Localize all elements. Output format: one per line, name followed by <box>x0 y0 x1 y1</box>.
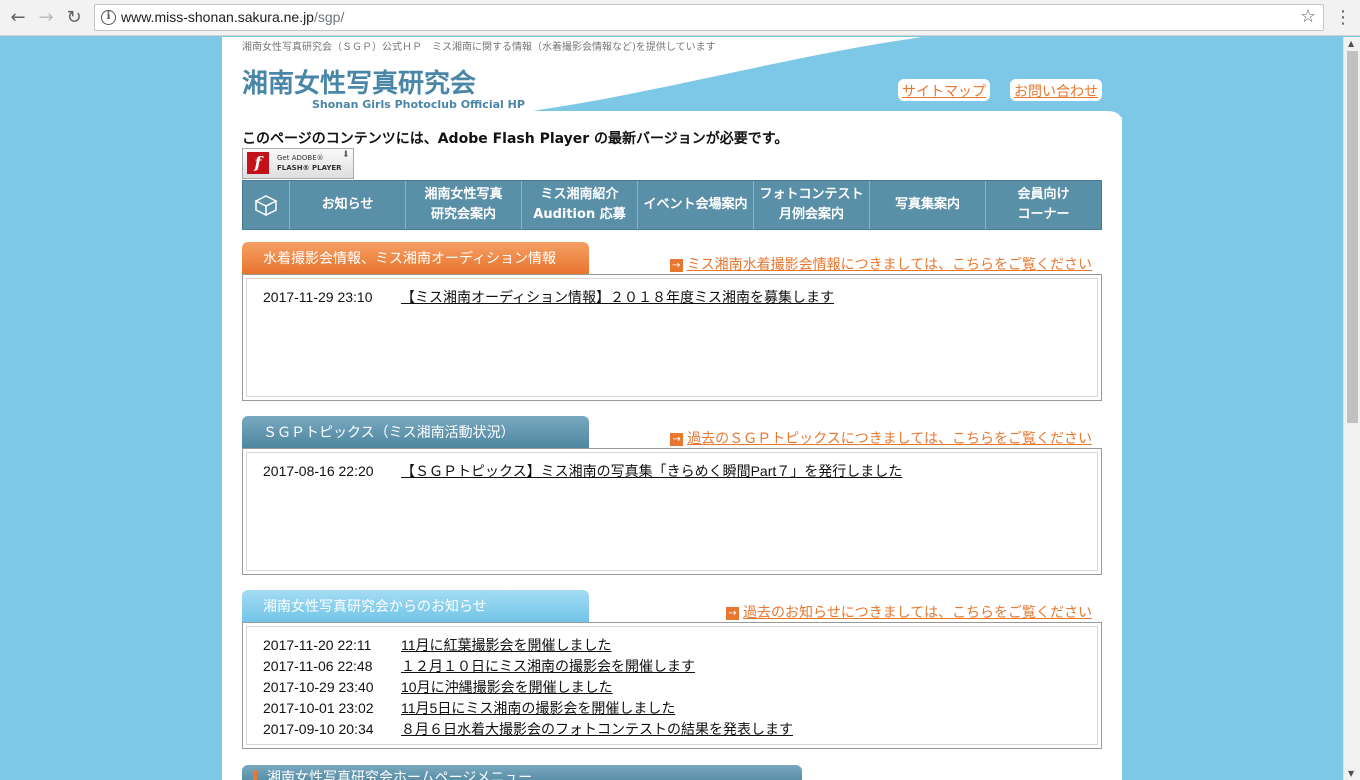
forward-arrow-icon[interactable]: → <box>34 6 58 30</box>
download-arrow-icon: ⬇ <box>342 150 350 160</box>
page-content: 湘南女性写真研究会（ＳＧＰ）公式ＨＰ ミス湘南に関する情報（水着撮影会情報など)… <box>222 37 1122 780</box>
section-tab-menu-label: 湘南女性写真研究会ホームページメニュー <box>267 770 533 780</box>
arrow-right-icon: → <box>725 607 739 620</box>
more-link-topics[interactable]: → 過去のＳＧＰトピックスにつきましては、こちらをご覧ください <box>670 428 1092 448</box>
url-text[interactable]: www.miss-shonan.sakura.ne.jp/sgp/ <box>121 9 344 25</box>
browser-menu-icon[interactable]: ⋮ <box>1334 6 1352 30</box>
nav-item-photo-contest[interactable]: フォトコンテスト 月例会案内 <box>754 181 870 229</box>
back-arrow-icon[interactable]: ← <box>6 6 30 30</box>
scroll-thumb[interactable] <box>1347 51 1358 423</box>
browser-toolbar: ← → ↻ i www.miss-shonan.sakura.ne.jp/sgp… <box>0 0 1360 36</box>
get-flash-player-button[interactable]: f Get ADOBE® FLASH® PLAYER ⬇ <box>242 148 354 179</box>
more-link-swimsuit[interactable]: → ミス湘南水着撮影会情報につきましては、こちらをご覧ください <box>669 254 1092 274</box>
section-tab-topics: ＳＧＰトピックス（ミス湘南活動状況） <box>242 416 589 448</box>
section-tab-news: 湘南女性写真研究会からのお知らせ <box>242 590 589 622</box>
reload-icon[interactable]: ↻ <box>62 6 86 30</box>
nav-item-members[interactable]: 会員向け コーナー <box>986 181 1101 229</box>
nav-item-photo-books[interactable]: 写真集案内 <box>870 181 986 229</box>
list-item: 2017-09-10 20:34 ８月６日水着大撮影会のフォトコンテストの結果を発… <box>263 721 793 737</box>
list-item-link[interactable]: 11月に紅葉撮影会を開催しました <box>401 637 612 653</box>
page-scrollbar[interactable]: ▲ ▼ <box>1343 37 1360 780</box>
list-item: 2017-11-20 22:11 11月に紅葉撮影会を開催しました <box>263 637 612 653</box>
list-item-link[interactable]: 10月に沖縄撮影会を開催しました <box>401 679 613 695</box>
accent-bar <box>253 770 257 780</box>
list-item-link[interactable]: ８月６日水着大撮影会のフォトコンテストの結果を発表します <box>401 721 793 737</box>
list-item: 2017-11-29 23:10 【ミス湘南オーディション情報】２０１８年度ミス湘… <box>263 289 835 305</box>
section-tab-swimsuit: 水着撮影会情報、ミス湘南オーディション情報 <box>242 242 589 274</box>
site-logo-subtitle: Shonan Girls Photoclub Official HP <box>312 98 525 111</box>
nav-item-event-venues[interactable]: イベント会場案内 <box>638 181 754 229</box>
main-navigation: お知らせ 湘南女性写真 研究会案内 ミス湘南紹介 Audition 応募 イベント会… <box>242 180 1102 230</box>
section-box-topics: 2017-08-16 22:20 【ＳＧＰトピックス】ミス湘南の写真集「きらめく瞬… <box>242 448 1102 575</box>
nav-item-club-info[interactable]: 湘南女性写真 研究会案内 <box>406 181 522 229</box>
nav-item-news[interactable]: お知らせ <box>290 181 406 229</box>
section-box-swimsuit: 2017-11-29 23:10 【ミス湘南オーディション情報】２０１８年度ミス湘… <box>242 274 1102 401</box>
address-bar[interactable]: i www.miss-shonan.sakura.ne.jp/sgp/ <box>94 4 1324 31</box>
section-box-news: 2017-11-20 22:11 11月に紅葉撮影会を開催しました 2017-11… <box>242 622 1102 749</box>
more-link-news[interactable]: → 過去のお知らせにつきましては、こちらをご覧ください <box>725 602 1092 622</box>
arrow-right-icon: → <box>669 259 683 272</box>
scroll-up-arrow-icon[interactable]: ▲ <box>1348 39 1354 48</box>
site-info-icon[interactable]: i <box>101 10 116 25</box>
list-item: 2017-08-16 22:20 【ＳＧＰトピックス】ミス湘南の写真集「きらめく瞬… <box>263 463 903 479</box>
list-item: 2017-10-29 23:40 10月に沖縄撮影会を開催しました <box>263 679 613 695</box>
flash-badge-line2: FLASH® PLAYER <box>277 164 342 172</box>
arrow-right-icon: → <box>670 433 684 446</box>
sitemap-link[interactable]: サイトマップ <box>898 79 990 101</box>
list-item: 2017-10-01 23:02 11月5日にミス湘南の撮影会を開催しました <box>263 700 676 716</box>
contact-link[interactable]: お問い合わせ <box>1010 79 1102 101</box>
scroll-down-arrow-icon[interactable]: ▼ <box>1348 769 1354 778</box>
flash-badge-line1: Get ADOBE® <box>277 154 324 162</box>
flash-logo-icon: f <box>247 152 269 174</box>
site-tagline: 湘南女性写真研究会（ＳＧＰ）公式ＨＰ ミス湘南に関する情報（水着撮影会情報など)… <box>242 42 716 53</box>
section-tab-menu: 湘南女性写真研究会ホームページメニュー <box>242 765 802 780</box>
list-item-link[interactable]: 11月5日にミス湘南の撮影会を開催しました <box>401 700 675 716</box>
list-item-link[interactable]: １２月１０日にミス湘南の撮影会を開催します <box>401 658 695 674</box>
home-button[interactable] <box>243 181 290 229</box>
list-item: 2017-11-06 22:48 １２月１０日にミス湘南の撮影会を開催します <box>263 658 695 674</box>
home-box-icon <box>254 195 278 216</box>
list-item-link[interactable]: 【ミス湘南オーディション情報】２０１８年度ミス湘南を募集します <box>401 289 834 305</box>
bookmark-star-icon[interactable]: ☆ <box>1300 6 1316 27</box>
list-item-link[interactable]: 【ＳＧＰトピックス】ミス湘南の写真集「きらめく瞬間Part７」を発行しました <box>401 463 902 479</box>
flash-notice: このページのコンテンツには、Adobe Flash Player の最新バージョ… <box>242 131 789 147</box>
nav-item-miss-shonan[interactable]: ミス湘南紹介 Audition 応募 <box>522 181 638 229</box>
site-logo[interactable]: 湘南女性写真研究会 <box>242 63 476 100</box>
